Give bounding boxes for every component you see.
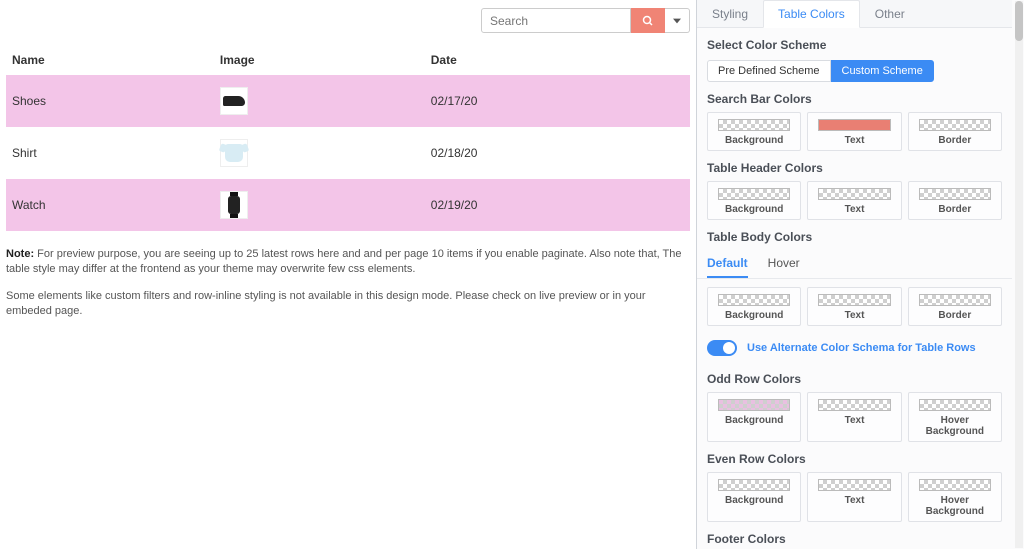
- cell-image: [214, 75, 425, 127]
- cell-name: Shoes: [6, 75, 214, 127]
- search-button[interactable]: [631, 8, 665, 33]
- header-text-swatch[interactable]: Text: [807, 181, 901, 220]
- body-background-swatch[interactable]: Background: [707, 287, 801, 326]
- cell-date: 02/19/20: [425, 179, 690, 231]
- search-options-dropdown[interactable]: [665, 8, 690, 33]
- even-background-swatch[interactable]: Background: [707, 472, 801, 522]
- alternate-row-toggle-label: Use Alternate Color Schema for Table Row…: [747, 342, 976, 354]
- odd-hover-background-swatch[interactable]: Hover Background: [908, 392, 1002, 442]
- odd-row-colors-title: Odd Row Colors: [707, 372, 1002, 386]
- tab-styling[interactable]: Styling: [697, 0, 763, 27]
- shirt-icon: [225, 144, 243, 162]
- table-header-colors-title: Table Header Colors: [707, 161, 1002, 175]
- preview-pane: Name Image Date Shoes 02/17/20 Shirt 02/…: [0, 0, 696, 549]
- table-row: Watch 02/19/20: [6, 179, 690, 231]
- tab-other[interactable]: Other: [860, 0, 920, 27]
- tab-table-colors[interactable]: Table Colors: [763, 0, 860, 28]
- even-row-colors-title: Even Row Colors: [707, 452, 1002, 466]
- cell-name: Shirt: [6, 127, 214, 179]
- search-border-swatch[interactable]: Border: [908, 112, 1002, 151]
- body-subtabs: Default Hover: [697, 250, 1012, 279]
- color-scheme-panel: Select Color Scheme Pre Defined Scheme C…: [697, 28, 1012, 82]
- table-body-colors-title: Table Body Colors: [707, 230, 1002, 244]
- search-row: [6, 8, 690, 33]
- select-color-scheme-title: Select Color Scheme: [707, 38, 1002, 52]
- search-input[interactable]: [481, 8, 631, 33]
- cell-date: 02/18/20: [425, 127, 690, 179]
- odd-text-swatch[interactable]: Text: [807, 392, 901, 442]
- table-row: Shoes 02/17/20: [6, 75, 690, 127]
- even-text-swatch[interactable]: Text: [807, 472, 901, 522]
- cell-date: 02/17/20: [425, 75, 690, 127]
- cell-image: [214, 179, 425, 231]
- col-name: Name: [6, 45, 214, 75]
- search-text-swatch[interactable]: Text: [807, 112, 901, 151]
- even-hover-background-swatch[interactable]: Hover Background: [908, 472, 1002, 522]
- cell-name: Watch: [6, 179, 214, 231]
- scheme-toggle-group: Pre Defined Scheme Custom Scheme: [707, 60, 1002, 82]
- table-header-row: Name Image Date: [6, 45, 690, 75]
- cell-image: [214, 127, 425, 179]
- alternate-row-toggle[interactable]: [707, 340, 737, 356]
- body-border-swatch[interactable]: Border: [908, 287, 1002, 326]
- alternate-row-toggle-row: Use Alternate Color Schema for Table Row…: [697, 326, 1012, 362]
- search-background-swatch[interactable]: Background: [707, 112, 801, 151]
- note-text: Note: For preview purpose, you are seein…: [6, 247, 690, 320]
- footer-colors-title: Footer Colors: [707, 532, 1002, 546]
- body-text-swatch[interactable]: Text: [807, 287, 901, 326]
- scrollbar-thumb[interactable]: [1015, 1, 1023, 41]
- header-border-swatch[interactable]: Border: [908, 181, 1002, 220]
- table-row: Shirt 02/18/20: [6, 127, 690, 179]
- watch-icon: [228, 196, 240, 214]
- settings-tabs: Styling Table Colors Other: [697, 0, 1012, 28]
- preview-table: Name Image Date Shoes 02/17/20 Shirt 02/…: [6, 45, 690, 231]
- subtab-default[interactable]: Default: [707, 256, 748, 278]
- search-bar-colors-title: Search Bar Colors: [707, 92, 1002, 106]
- right-pane-scrollbar[interactable]: [1015, 1, 1023, 548]
- col-image: Image: [214, 45, 425, 75]
- header-background-swatch[interactable]: Background: [707, 181, 801, 220]
- subtab-hover[interactable]: Hover: [768, 256, 800, 278]
- odd-background-swatch[interactable]: Background: [707, 392, 801, 442]
- custom-scheme-button[interactable]: Custom Scheme: [831, 60, 934, 82]
- predefined-scheme-button[interactable]: Pre Defined Scheme: [707, 60, 831, 82]
- search-icon: [642, 15, 654, 27]
- col-date: Date: [425, 45, 690, 75]
- settings-pane: Styling Table Colors Other Select Color …: [696, 0, 1024, 549]
- shoe-icon: [223, 96, 245, 106]
- chevron-down-icon: [673, 17, 681, 25]
